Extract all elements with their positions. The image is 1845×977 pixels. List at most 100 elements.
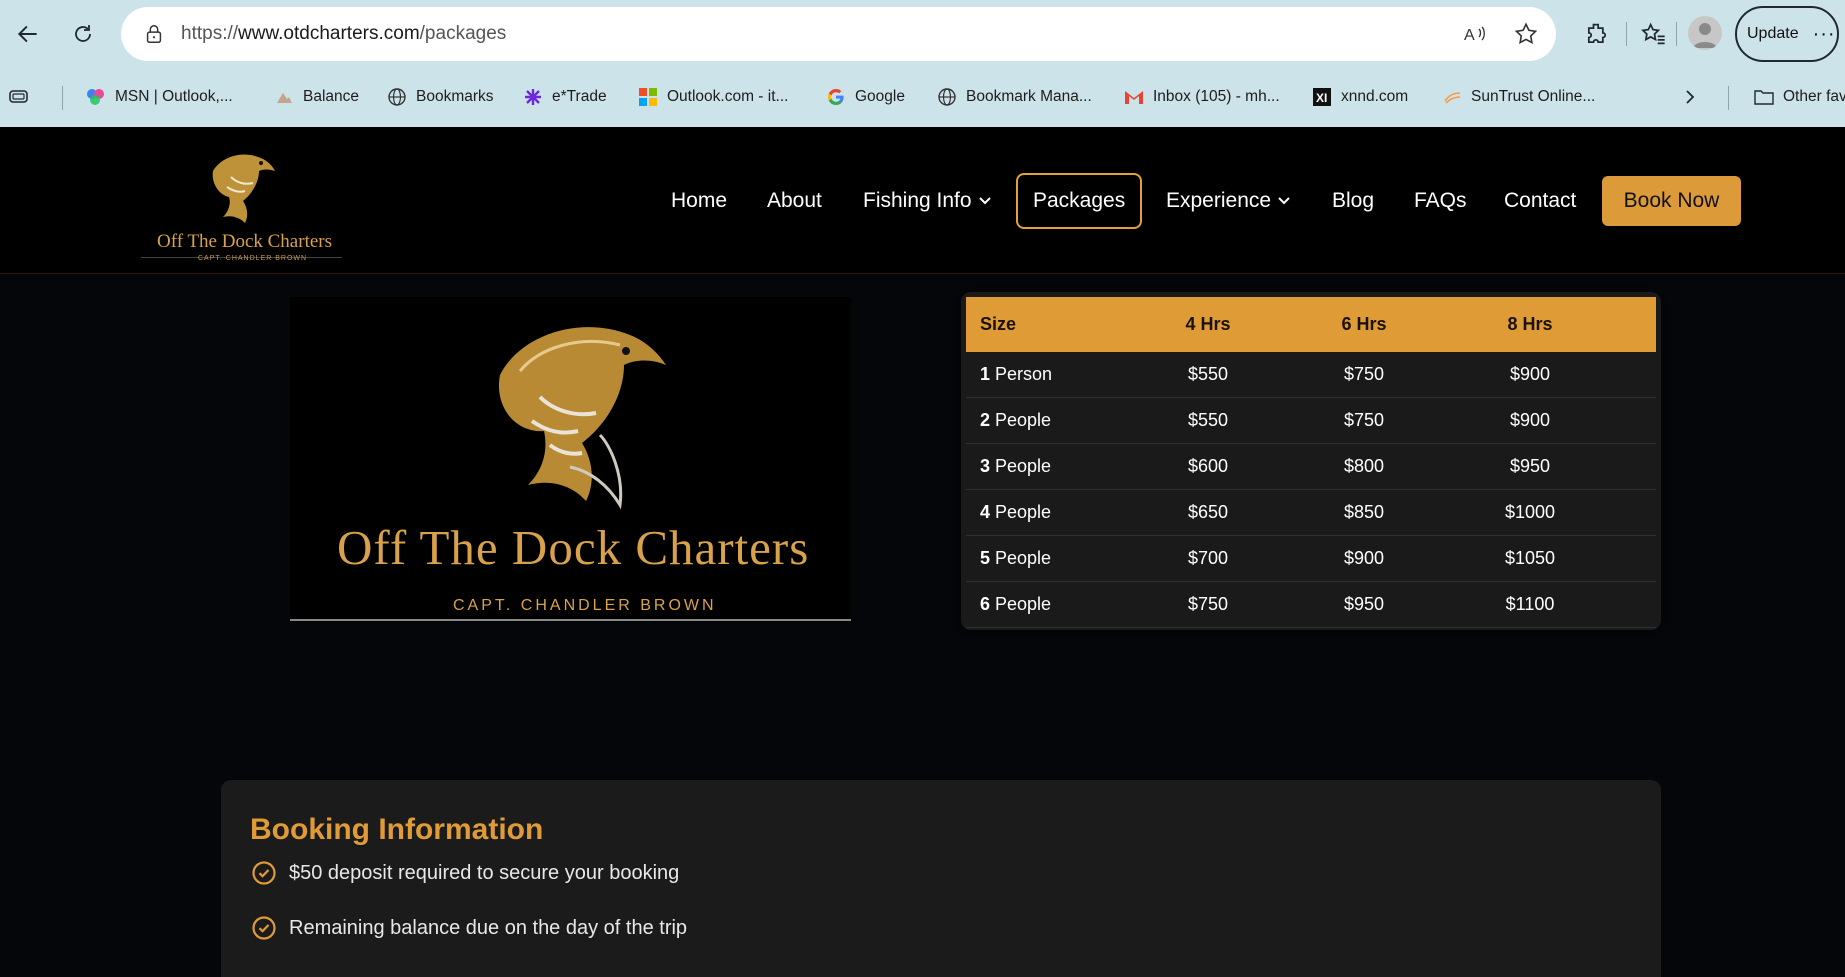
- bookmark-label: Other fav: [1783, 88, 1845, 105]
- bookmark-xnnd[interactable]: XI xnnd.com: [1312, 84, 1408, 110]
- nav-blog-label: Blog: [1332, 189, 1375, 212]
- nav-about[interactable]: About: [767, 175, 822, 227]
- bookmark-label: Bookmarks: [416, 88, 494, 105]
- bookmark-label: SunTrust Online...: [1471, 88, 1596, 105]
- header-6hrs: 6 Hrs: [1341, 314, 1387, 334]
- table-row: 4 People $650 $850 $1000: [966, 490, 1656, 536]
- nav-experience-label: Experience: [1166, 189, 1272, 212]
- book-now-button[interactable]: Book Now: [1602, 176, 1741, 226]
- price-4hrs: $600: [1187, 456, 1229, 476]
- price-6hrs: $850: [1343, 502, 1385, 522]
- price-8hrs: $950: [1509, 456, 1551, 476]
- bookmark-label: Google: [855, 88, 905, 105]
- nav-faqs-label: FAQs: [1414, 189, 1467, 212]
- price-6hrs: $800: [1343, 456, 1385, 476]
- logo-subtitle: CAPT. CHANDLER BROWN: [198, 255, 308, 262]
- nav-contact[interactable]: Contact: [1504, 175, 1576, 227]
- bookmark-gmail[interactable]: Inbox (105) - mh...: [1124, 84, 1280, 110]
- booking-information-card: Booking Information $50 deposit required…: [221, 780, 1661, 977]
- folder-icon: [1754, 87, 1774, 107]
- back-button[interactable]: [8, 14, 48, 54]
- nav-experience[interactable]: Experience: [1166, 175, 1291, 227]
- main-content: Off The Dock Charters CAPT. CHANDLER BRO…: [0, 275, 1845, 977]
- price-4hrs: $550: [1187, 410, 1229, 430]
- pricing-table: Size 4 Hrs 6 Hrs 8 Hrs 1 Person $550 $75…: [961, 292, 1661, 630]
- book-now-label: Book Now: [1623, 189, 1720, 212]
- svg-text:XI: XI: [1316, 91, 1327, 105]
- nav-blog[interactable]: Blog: [1332, 175, 1374, 227]
- row-size: 6 People: [980, 594, 1052, 614]
- svg-text:A: A: [1464, 27, 1475, 44]
- url-text[interactable]: https://www.otdcharters.com/packages: [181, 23, 506, 45]
- favorite-star-icon[interactable]: [1513, 21, 1539, 47]
- bookmark-label: Outlook.com - it...: [667, 88, 789, 105]
- favorites-icon[interactable]: [1639, 20, 1667, 48]
- refresh-button[interactable]: [63, 14, 103, 54]
- profile-avatar[interactable]: [1688, 16, 1722, 50]
- globe-icon: [937, 87, 957, 107]
- logo-title: Off The Dock Charters: [157, 231, 332, 252]
- list-item: Remaining balance due on the day of the …: [251, 913, 687, 943]
- price-4hrs: $700: [1187, 548, 1229, 568]
- bookmark-google[interactable]: Google: [826, 84, 905, 110]
- bookmark-suntrust[interactable]: SunTrust Online...: [1442, 84, 1595, 110]
- read-aloud-icon[interactable]: A: [1462, 21, 1488, 47]
- hero-subtitle: CAPT. CHANDLER BROWN: [453, 597, 717, 614]
- balance-icon: [274, 87, 294, 107]
- price-8hrs: $1000: [1504, 502, 1556, 522]
- bookmark-bookmarks[interactable]: Bookmarks: [387, 84, 494, 110]
- toolbar-divider: [1626, 22, 1627, 46]
- chevron-right-icon[interactable]: [1681, 87, 1699, 107]
- pricing-table-header: Size 4 Hrs 6 Hrs 8 Hrs: [966, 297, 1656, 352]
- price-8hrs: $900: [1509, 364, 1551, 384]
- bookmark-label: Inbox (105) - mh...: [1153, 88, 1280, 105]
- nav-packages[interactable]: Packages: [1016, 173, 1143, 229]
- xnnd-icon: XI: [1312, 87, 1332, 107]
- fish-logo-icon: [212, 154, 275, 223]
- chevron-down-icon: [1278, 197, 1290, 205]
- row-size: 3 People: [980, 456, 1052, 476]
- bookmark-etrade[interactable]: e*Trade: [523, 84, 607, 110]
- microsoft-icon: [638, 87, 658, 107]
- bookmark-msn[interactable]: MSN | Outlook,...: [86, 84, 233, 110]
- bookmark-outlook[interactable]: Outlook.com - it...: [638, 84, 788, 110]
- nav-faqs[interactable]: FAQs: [1414, 175, 1467, 227]
- update-button[interactable]: Update ···: [1735, 6, 1839, 62]
- price-6hrs: $950: [1343, 594, 1385, 614]
- booking-item-text: Remaining balance due on the day of the …: [289, 916, 688, 939]
- header-size: Size: [980, 314, 1017, 334]
- lock-icon[interactable]: [143, 23, 165, 45]
- browser-chrome: https://www.otdcharters.com/packages A U…: [0, 0, 1845, 127]
- site-logo[interactable]: Off The Dock Charters CAPT. CHANDLER BRO…: [141, 143, 342, 262]
- bookmark-label: Balance: [303, 88, 360, 105]
- nav-fishing-info[interactable]: Fishing Info: [863, 175, 992, 227]
- bookmark-manager[interactable]: Bookmark Mana...: [937, 84, 1092, 110]
- price-6hrs: $900: [1343, 548, 1385, 568]
- table-row: 1 Person $550 $750 $900: [966, 352, 1656, 398]
- nav-fishing-info-label: Fishing Info: [863, 189, 972, 212]
- check-circle-icon: [252, 861, 276, 885]
- booking-title: Booking Information: [250, 813, 544, 846]
- tab-actions-icon[interactable]: [8, 88, 30, 106]
- price-6hrs: $750: [1343, 410, 1385, 430]
- hero-title: Off The Dock Charters: [337, 520, 810, 575]
- table-row: 2 People $550 $750 $900: [966, 398, 1656, 444]
- google-icon: [826, 87, 846, 107]
- bookmark-label: MSN | Outlook,...: [115, 88, 233, 105]
- booking-item-text: $50 deposit required to secure your book…: [289, 861, 680, 884]
- price-8hrs: $900: [1509, 410, 1551, 430]
- address-bar[interactable]: https://www.otdcharters.com/packages A: [121, 7, 1556, 61]
- msn-icon: [86, 87, 106, 107]
- person-icon: [1693, 23, 1717, 48]
- nav-home[interactable]: Home: [671, 175, 727, 227]
- nav-home-label: Home: [671, 189, 728, 212]
- header-8hrs: 8 Hrs: [1507, 314, 1553, 334]
- price-4hrs: $650: [1187, 502, 1229, 522]
- fish-logo-icon: [498, 327, 666, 510]
- extensions-icon[interactable]: [1583, 20, 1611, 48]
- bookmark-other-favorites[interactable]: Other fav: [1754, 84, 1845, 110]
- more-options-icon[interactable]: ···: [1813, 23, 1836, 46]
- bookmark-balance[interactable]: Balance: [274, 84, 359, 110]
- site-header: Off The Dock Charters CAPT. CHANDLER BRO…: [0, 127, 1845, 274]
- bookmark-label: e*Trade: [552, 88, 607, 105]
